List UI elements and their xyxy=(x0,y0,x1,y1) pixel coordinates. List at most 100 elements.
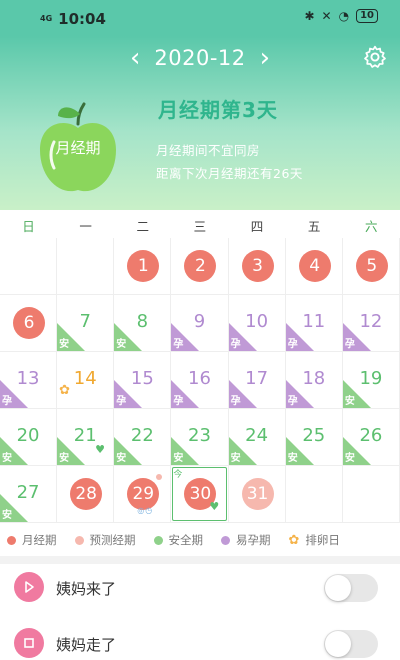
corner-tag: 安 xyxy=(287,453,298,464)
apple-label: 月经期 xyxy=(55,139,101,157)
calendar-day-29[interactable]: 29 ◎◷ xyxy=(114,466,172,523)
period-start-toggle[interactable] xyxy=(324,574,378,602)
period-day-marker: 4 xyxy=(298,250,331,282)
today-label: 今 xyxy=(173,470,183,480)
weekday-mon: 一 xyxy=(79,219,92,234)
calendar-day-11[interactable]: 11 孕 xyxy=(285,295,343,352)
legend: 月经期 预测经期 安全期 易孕期 ✿ 排卵日 xyxy=(0,528,400,552)
calendar-day-18[interactable]: 18 孕 xyxy=(285,352,343,409)
wifi-icon: ◔ xyxy=(338,9,350,23)
heart-icon: ♥ xyxy=(95,443,106,456)
calendar-day-21[interactable]: 21 安 ♥ xyxy=(57,409,115,466)
corner-tag: 孕 xyxy=(230,396,241,407)
period-day-marker: 2 xyxy=(184,250,217,282)
corner-tag: 安 xyxy=(2,510,12,521)
legend-item: 月经期 xyxy=(7,532,57,548)
legend-dot xyxy=(153,535,163,545)
calendar-day-14[interactable]: 14 ✿ xyxy=(57,352,115,409)
current-month: 2020-12 xyxy=(154,46,246,70)
calendar-day-6[interactable]: 6 xyxy=(0,295,58,352)
calendar-empty-cell xyxy=(0,238,58,295)
corner-tag: 安 xyxy=(344,453,355,464)
calendar-day-30[interactable]: 30 ♥ 今 xyxy=(171,466,229,523)
legend-item: ✿ 排卵日 xyxy=(289,532,340,548)
calendar-grid: 1 2 3 4 5 6 7 安 8 安 9 孕 10 孕 11 孕 12 孕 13 孕 14 ✿ 15 孕 16 孕 17 孕 18 孕 1… xyxy=(0,238,400,528)
corner-tag: 安 xyxy=(116,453,127,464)
period-end-row: 姨妈走了 xyxy=(0,620,400,660)
corner-tag: 安 xyxy=(344,396,355,407)
period-day-marker: 28 xyxy=(70,478,103,510)
settings-gear-icon[interactable] xyxy=(362,44,388,70)
calendar-day-15[interactable]: 15 孕 xyxy=(114,352,172,409)
calendar-day-9[interactable]: 9孕 xyxy=(171,295,229,352)
calendar-day-2[interactable]: 2 xyxy=(171,238,229,295)
corner-tag: 安 xyxy=(59,453,70,464)
calendar-day-1[interactable]: 1 xyxy=(114,238,172,295)
legend-dot xyxy=(221,535,230,545)
calendar-day-31[interactable]: 31 xyxy=(228,466,286,523)
status-time: 10:04 xyxy=(58,10,106,28)
calendar-day-10[interactable]: 10 孕 xyxy=(228,295,286,352)
period-day-marker: 5 xyxy=(355,250,388,282)
note-dot-icon xyxy=(156,474,163,480)
toggle-knob xyxy=(325,631,351,657)
calendar-day-5[interactable]: 5 xyxy=(342,238,400,295)
corner-tag: 安 xyxy=(2,453,12,464)
corner-tag: 安 xyxy=(230,453,241,464)
calendar-empty-cell xyxy=(57,238,115,295)
weekday-wed: 三 xyxy=(193,219,207,234)
corner-tag: 孕 xyxy=(173,339,184,350)
calendar-day-20[interactable]: 20 安 xyxy=(0,409,58,466)
corner-tag: 孕 xyxy=(173,396,184,407)
calendar-day-28[interactable]: 28 xyxy=(57,466,115,523)
calendar-empty-cell xyxy=(285,466,343,523)
calendar-day-24[interactable]: 24 安 xyxy=(228,409,286,466)
phase-advice: 月经期间不宜同房 xyxy=(156,143,261,158)
mute-icon: ✕ xyxy=(321,9,332,23)
legend-label: 预测经期 xyxy=(89,533,136,547)
calendar-day-13[interactable]: 13 孕 xyxy=(0,352,58,409)
legend-dot xyxy=(74,535,84,545)
battery-indicator: 10 xyxy=(356,9,378,23)
calendar-day-19[interactable]: 19 安 xyxy=(342,352,400,409)
record-icons: ◎◷ xyxy=(137,506,154,515)
period-day-marker: 6 xyxy=(13,307,45,339)
phase-title: 月经期第3天 xyxy=(158,98,278,122)
weekday-sun: 日 xyxy=(22,219,35,234)
legend-label: 易孕期 xyxy=(236,533,271,547)
calendar-day-7[interactable]: 7安 xyxy=(57,295,115,352)
prev-month-button[interactable]: ‹ xyxy=(130,45,140,71)
calendar-day-25[interactable]: 25 安 xyxy=(285,409,343,466)
status-bar: 4G 10:04 ✱ ✕ ◔ 10 xyxy=(0,0,400,36)
calendar-day-3[interactable]: 3 xyxy=(228,238,286,295)
corner-tag: 孕 xyxy=(287,396,298,407)
calendar-day-22[interactable]: 22 安 xyxy=(114,409,172,466)
corner-tag: 安 xyxy=(59,339,70,350)
header: ‹ 2020-12 › 月经期 月经期第3天 月经期间不宜同房 距离下次月经期还… xyxy=(0,36,400,210)
calendar-day-12[interactable]: 12 孕 xyxy=(342,295,400,352)
legend-label: 安全期 xyxy=(168,533,204,547)
legend-item: 预测经期 xyxy=(74,532,136,548)
calendar-day-23[interactable]: 23 安 xyxy=(171,409,229,466)
weekday-fri: 五 xyxy=(307,219,321,234)
legend-label: 排卵日 xyxy=(305,533,340,547)
corner-tag: 孕 xyxy=(230,339,241,350)
play-icon xyxy=(14,572,44,602)
network-indicator: 4G xyxy=(40,14,53,23)
calendar-day-26[interactable]: 26 安 xyxy=(342,409,400,466)
period-start-row: 姨妈来了 xyxy=(0,564,400,612)
legend-flower-icon: ✿ xyxy=(288,532,300,548)
period-end-toggle[interactable] xyxy=(324,630,378,658)
legend-dot xyxy=(7,535,16,545)
calendar-empty-cell xyxy=(342,466,400,523)
month-navigator: ‹ 2020-12 › xyxy=(130,42,270,74)
period-start-label: 姨妈来了 xyxy=(56,580,117,598)
legend-item: 安全期 xyxy=(153,532,204,548)
period-day-marker: 1 xyxy=(127,250,160,282)
calendar-day-27[interactable]: 27 安 xyxy=(0,466,58,523)
next-month-button[interactable]: › xyxy=(260,45,270,71)
calendar-day-4[interactable]: 4 xyxy=(285,238,343,295)
calendar-day-8[interactable]: 8安 xyxy=(114,295,172,352)
calendar-day-17[interactable]: 17 孕 xyxy=(228,352,286,409)
calendar-day-16[interactable]: 16 孕 xyxy=(171,352,229,409)
